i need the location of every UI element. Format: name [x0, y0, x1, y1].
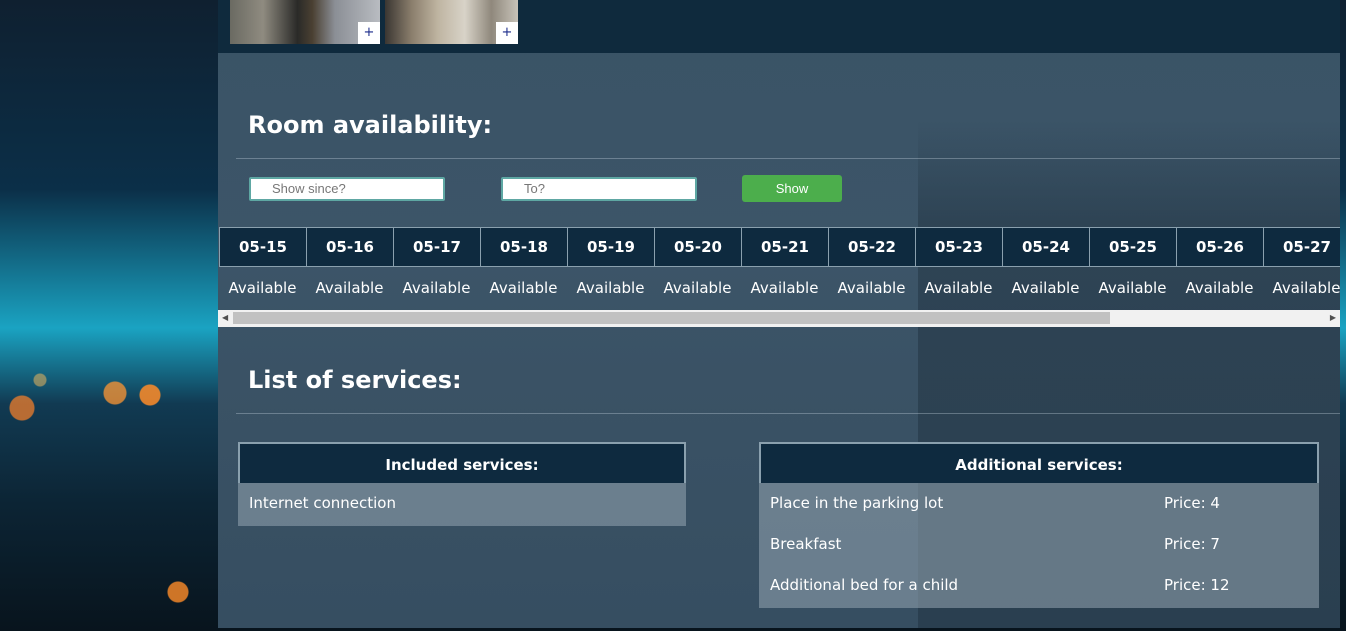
to-date-input[interactable]: To? — [501, 177, 697, 201]
availability-status-cell: Available — [663, 279, 732, 297]
included-service-item: Internet connection — [249, 494, 396, 512]
date-header-cell: 05-22 — [828, 227, 915, 267]
hotel-photo-thumbnail[interactable]: + — [230, 0, 380, 44]
availability-status-cell: Available — [1011, 279, 1080, 297]
service-name: Breakfast — [770, 535, 842, 553]
availability-status-cell: Available — [1185, 279, 1254, 297]
room-availability-title: Room availability: — [248, 111, 493, 139]
additional-services-table: Additional services: Place in the parkin… — [759, 442, 1319, 608]
date-header-cell: 05-27 — [1263, 227, 1340, 267]
included-services-table: Included services: Internet connection — [238, 442, 686, 526]
availability-status-cell: Available — [315, 279, 384, 297]
room-photo-thumbnail[interactable]: + — [385, 0, 518, 44]
scrollbar-thumb[interactable] — [233, 312, 1110, 324]
show-button[interactable]: Show — [742, 175, 842, 202]
divider — [236, 413, 1340, 414]
availability-table: 05-15 05-16 05-17 05-18 05-19 05-20 05-21 05-22… — [218, 227, 1340, 327]
availability-status-cell: Available — [228, 279, 297, 297]
date-header-cell: 05-24 — [1002, 227, 1089, 267]
service-price: Price: 7 — [1164, 535, 1220, 553]
show-since-input[interactable]: Show since? — [249, 177, 445, 201]
availability-status-cell: Available — [489, 279, 558, 297]
scroll-right-icon[interactable]: ▶ — [1330, 313, 1336, 322]
date-header-cell: 05-25 — [1089, 227, 1176, 267]
included-services-header: Included services: — [238, 442, 686, 483]
date-header-cell: 05-15 — [219, 227, 306, 267]
date-header-cell: 05-16 — [306, 227, 393, 267]
horizontal-scrollbar[interactable]: ◀ ▶ — [218, 310, 1340, 327]
additional-services-header: Additional services: — [759, 442, 1319, 483]
service-price: Price: 12 — [1164, 576, 1230, 594]
availability-status-cell: Available — [924, 279, 993, 297]
scroll-left-icon[interactable]: ◀ — [222, 313, 228, 322]
additional-service-item: Breakfast Price: 7 — [759, 524, 1319, 565]
services-title: List of services: — [248, 366, 462, 394]
availability-status-cell: Available — [837, 279, 906, 297]
date-header-cell: 05-17 — [393, 227, 480, 267]
gallery-bar: + + — [218, 0, 1340, 53]
main-panel: + + Room availability: Show since? To? S… — [218, 0, 1340, 628]
date-header-cell: 05-26 — [1176, 227, 1263, 267]
availability-status-cell: Available — [1272, 279, 1340, 297]
service-price: Price: 4 — [1164, 494, 1220, 512]
availability-status-cell: Available — [576, 279, 645, 297]
date-header-cell: 05-20 — [654, 227, 741, 267]
availability-status-cell: Available — [1098, 279, 1167, 297]
dates-row: 05-15 05-16 05-17 05-18 05-19 05-20 05-21 05-22… — [219, 227, 1340, 267]
service-name: Additional bed for a child — [770, 576, 959, 594]
enlarge-plus-icon[interactable]: + — [358, 22, 380, 44]
enlarge-plus-icon[interactable]: + — [496, 22, 518, 44]
date-header-cell: 05-23 — [915, 227, 1002, 267]
status-row: Available Available Available Available Avai… — [219, 267, 1340, 307]
service-name: Place in the parking lot — [770, 494, 944, 512]
availability-status-cell: Available — [750, 279, 819, 297]
availability-status-cell: Available — [402, 279, 471, 297]
additional-service-item: Place in the parking lot Price: 4 — [759, 483, 1319, 524]
date-header-cell: 05-21 — [741, 227, 828, 267]
date-header-cell: 05-19 — [567, 227, 654, 267]
date-header-cell: 05-18 — [480, 227, 567, 267]
divider — [236, 158, 1340, 159]
additional-service-item: Additional bed for a child Price: 12 — [759, 565, 1319, 606]
